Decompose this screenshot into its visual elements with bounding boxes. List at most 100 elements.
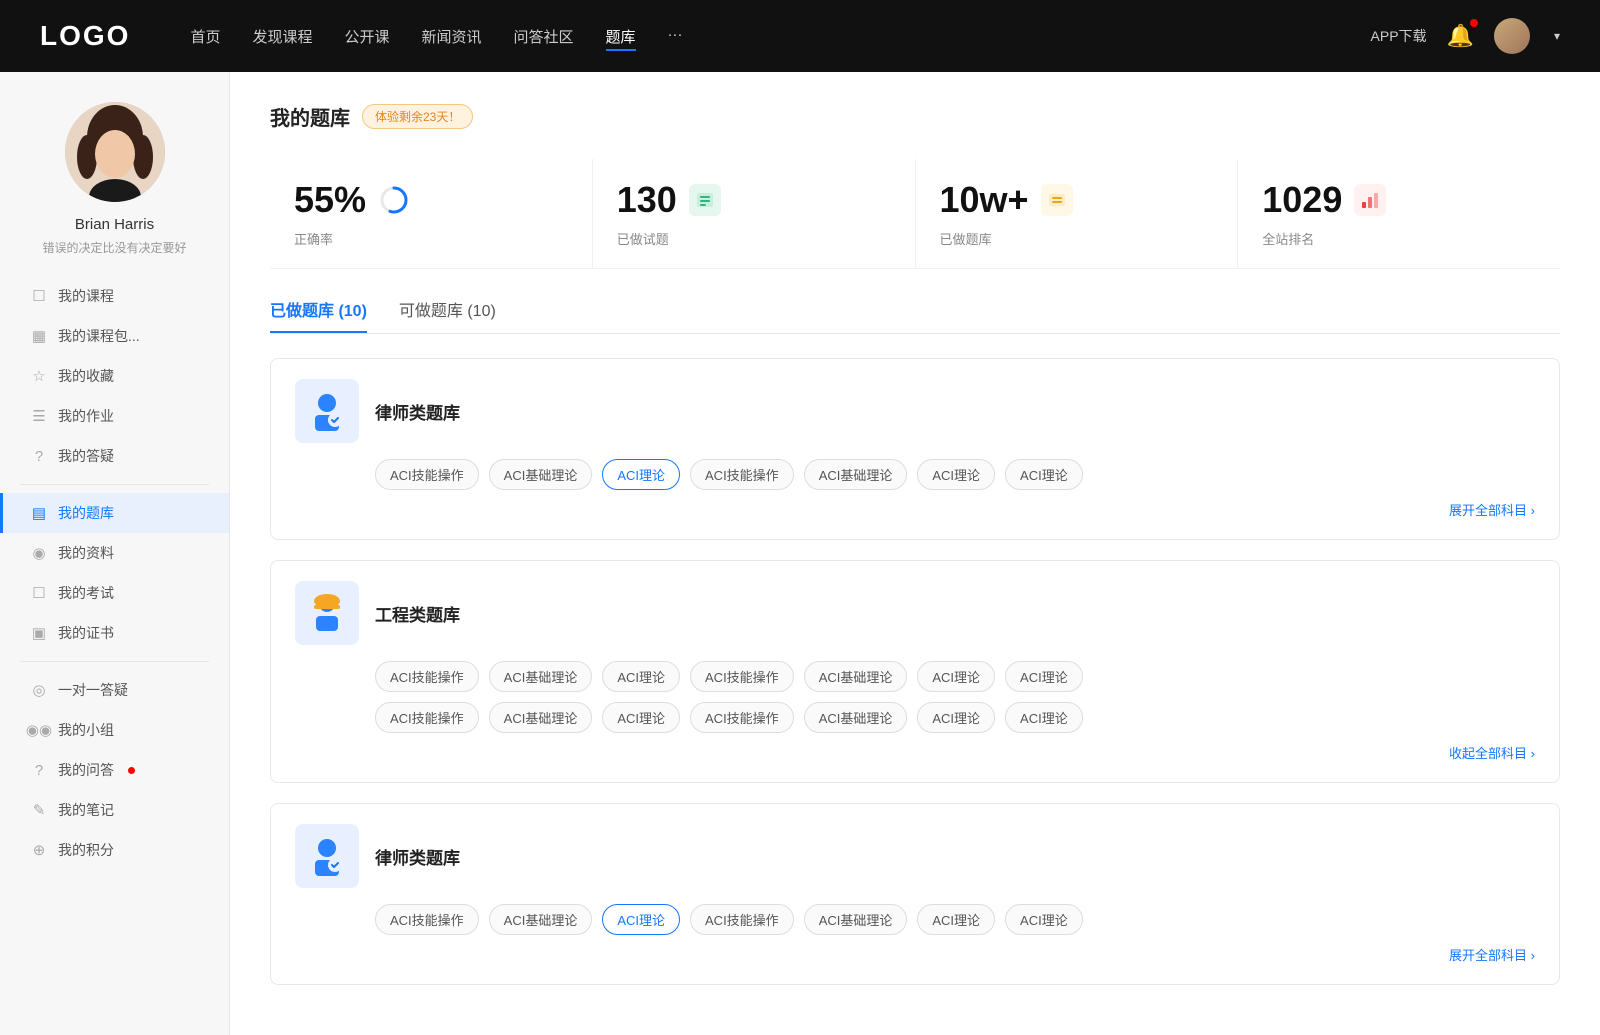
tags-row-3: ACI技能操作 ACI基础理论 ACI理论 ACI技能操作 ACI基础理论 AC… bbox=[295, 904, 1535, 935]
one-on-one-icon: ◎ bbox=[30, 681, 48, 699]
user-name: Brian Harris bbox=[75, 216, 154, 233]
sidebar-item-one-on-one[interactable]: ◎ 一对一答疑 bbox=[0, 670, 229, 710]
stat-done-questions: 130 已做试题 bbox=[593, 159, 916, 268]
exams-icon: ☐ bbox=[30, 584, 48, 602]
unread-dot bbox=[128, 767, 135, 774]
bell-icon: 🔔 bbox=[1447, 23, 1474, 48]
sidebar: Brian Harris 错误的决定比没有决定要好 ☐ 我的课程 ▦ 我的课程包… bbox=[0, 72, 230, 1035]
topnav-right: APP下载 🔔 ▾ bbox=[1371, 18, 1560, 54]
tag-3-1[interactable]: ACI基础理论 bbox=[489, 904, 593, 935]
stat-banks-label: 已做题库 bbox=[940, 229, 1214, 248]
sidebar-item-groups[interactable]: ◉◉ 我的小组 bbox=[0, 710, 229, 750]
stats-row: 55% 正确率 130 bbox=[270, 159, 1560, 269]
tag-3-0[interactable]: ACI技能操作 bbox=[375, 904, 479, 935]
sidebar-item-courses[interactable]: ☐ 我的课程 bbox=[0, 276, 229, 316]
stat-rank: 1029 全站排名 bbox=[1238, 159, 1560, 268]
main-layout: Brian Harris 错误的决定比没有决定要好 ☐ 我的课程 ▦ 我的课程包… bbox=[0, 72, 1600, 1035]
qbank-icon: ▤ bbox=[30, 504, 48, 522]
tag-3-4[interactable]: ACI基础理论 bbox=[804, 904, 908, 935]
tag-2a-2[interactable]: ACI理论 bbox=[602, 661, 680, 692]
tag-1-3[interactable]: ACI技能操作 bbox=[690, 459, 794, 490]
user-avatar[interactable] bbox=[1494, 18, 1530, 54]
divider-1 bbox=[20, 484, 209, 485]
lawyer-icon-3 bbox=[295, 824, 359, 888]
tag-3-5[interactable]: ACI理论 bbox=[917, 904, 995, 935]
notes-icon: ✎ bbox=[30, 801, 48, 819]
page-title: 我的题库 bbox=[270, 102, 350, 131]
tag-2b-1[interactable]: ACI基础理论 bbox=[489, 702, 593, 733]
stat-accuracy: 55% 正确率 bbox=[270, 159, 593, 268]
stat-done-banks: 10w+ 已做题库 bbox=[916, 159, 1239, 268]
sidebar-item-homework[interactable]: ☰ 我的作业 bbox=[0, 396, 229, 436]
tag-2a-0[interactable]: ACI技能操作 bbox=[375, 661, 479, 692]
collapse-link-2[interactable]: 收起全部科目 › bbox=[295, 743, 1535, 762]
tag-2b-6[interactable]: ACI理论 bbox=[1005, 702, 1083, 733]
tab-available[interactable]: 可做题库 (10) bbox=[399, 297, 496, 333]
done-banks-icon bbox=[1041, 184, 1073, 216]
tag-2a-5[interactable]: ACI理论 bbox=[917, 661, 995, 692]
certs-icon: ▣ bbox=[30, 624, 48, 642]
nav-more[interactable]: ··· bbox=[668, 22, 683, 51]
sidebar-item-qbank[interactable]: ▤ 我的题库 bbox=[0, 493, 229, 533]
tag-2b-0[interactable]: ACI技能操作 bbox=[375, 702, 479, 733]
tag-2a-4[interactable]: ACI基础理论 bbox=[804, 661, 908, 692]
sidebar-item-profile[interactable]: ◉ 我的资料 bbox=[0, 533, 229, 573]
expand-link-3[interactable]: 展开全部科目 › bbox=[295, 945, 1535, 964]
tag-1-5[interactable]: ACI理论 bbox=[917, 459, 995, 490]
nav-home[interactable]: 首页 bbox=[190, 22, 220, 51]
tag-1-6[interactable]: ACI理论 bbox=[1005, 459, 1083, 490]
tag-3-2[interactable]: ACI理论 bbox=[602, 904, 680, 935]
nav-qa[interactable]: 问答社区 bbox=[514, 22, 574, 51]
homework-icon: ☰ bbox=[30, 407, 48, 425]
sidebar-item-my-questions[interactable]: ? 我的问答 bbox=[0, 750, 229, 790]
app-download[interactable]: APP下载 bbox=[1371, 26, 1427, 46]
sidebar-item-points[interactable]: ⊕ 我的积分 bbox=[0, 830, 229, 870]
tags-row-2b: ACI技能操作 ACI基础理论 ACI理论 ACI技能操作 ACI基础理论 AC… bbox=[295, 702, 1535, 733]
sidebar-item-answers[interactable]: ? 我的答疑 bbox=[0, 436, 229, 476]
nav-news[interactable]: 新闻资讯 bbox=[422, 22, 482, 51]
stat-done-top: 130 bbox=[617, 179, 891, 221]
engineer-icon bbox=[295, 581, 359, 645]
tags-row-1: ACI技能操作 ACI基础理论 ACI理论 ACI技能操作 ACI基础理论 AC… bbox=[295, 459, 1535, 490]
tag-2b-4[interactable]: ACI基础理论 bbox=[804, 702, 908, 733]
nav-qbank[interactable]: 题库 bbox=[606, 22, 636, 51]
qbank-header-3: 律师类题库 bbox=[295, 824, 1535, 888]
notification-bell[interactable]: 🔔 bbox=[1447, 23, 1474, 49]
tag-1-1[interactable]: ACI基础理论 bbox=[489, 459, 593, 490]
tab-done[interactable]: 已做题库 (10) bbox=[270, 297, 367, 333]
sidebar-item-exams[interactable]: ☐ 我的考试 bbox=[0, 573, 229, 613]
qbank-name-1: 律师类题库 bbox=[375, 399, 460, 424]
notification-badge bbox=[1470, 19, 1478, 27]
nav-discover[interactable]: 发现课程 bbox=[252, 22, 312, 51]
stat-rank-value: 1029 bbox=[1262, 179, 1342, 221]
courses-icon: ☐ bbox=[30, 287, 48, 305]
expand-link-1[interactable]: 展开全部科目 › bbox=[295, 500, 1535, 519]
user-motto: 错误的决定比没有决定要好 bbox=[42, 239, 186, 256]
divider-2 bbox=[20, 661, 209, 662]
qbank-header-2: 工程类题库 bbox=[295, 581, 1535, 645]
tags-row-2a: ACI技能操作 ACI基础理论 ACI理论 ACI技能操作 ACI基础理论 AC… bbox=[295, 661, 1535, 692]
tag-1-4[interactable]: ACI基础理论 bbox=[804, 459, 908, 490]
qbank-section-2: 工程类题库 ACI技能操作 ACI基础理论 ACI理论 ACI技能操作 ACI基… bbox=[270, 560, 1560, 783]
tag-3-6[interactable]: ACI理论 bbox=[1005, 904, 1083, 935]
tag-2b-3[interactable]: ACI技能操作 bbox=[690, 702, 794, 733]
sidebar-item-notes[interactable]: ✎ 我的笔记 bbox=[0, 790, 229, 830]
qbank-section-1: 律师类题库 ACI技能操作 ACI基础理论 ACI理论 ACI技能操作 ACI基… bbox=[270, 358, 1560, 540]
tag-1-2[interactable]: ACI理论 bbox=[602, 459, 680, 490]
tag-2b-2[interactable]: ACI理论 bbox=[602, 702, 680, 733]
sidebar-item-certs[interactable]: ▣ 我的证书 bbox=[0, 613, 229, 653]
tag-2a-1[interactable]: ACI基础理论 bbox=[489, 661, 593, 692]
tag-2b-5[interactable]: ACI理论 bbox=[917, 702, 995, 733]
tag-1-0[interactable]: ACI技能操作 bbox=[375, 459, 479, 490]
points-icon: ⊕ bbox=[30, 841, 48, 859]
tag-2a-3[interactable]: ACI技能操作 bbox=[690, 661, 794, 692]
stat-accuracy-top: 55% bbox=[294, 179, 568, 221]
sidebar-item-favorites[interactable]: ☆ 我的收藏 bbox=[0, 356, 229, 396]
user-menu-chevron[interactable]: ▾ bbox=[1554, 29, 1560, 43]
nav-open-course[interactable]: 公开课 bbox=[344, 22, 389, 51]
tag-3-3[interactable]: ACI技能操作 bbox=[690, 904, 794, 935]
nav-links: 首页 发现课程 公开课 新闻资讯 问答社区 题库 ··· bbox=[190, 22, 1370, 51]
sidebar-item-packages[interactable]: ▦ 我的课程包... bbox=[0, 316, 229, 356]
tag-2a-6[interactable]: ACI理论 bbox=[1005, 661, 1083, 692]
stat-accuracy-value: 55% bbox=[294, 179, 366, 221]
